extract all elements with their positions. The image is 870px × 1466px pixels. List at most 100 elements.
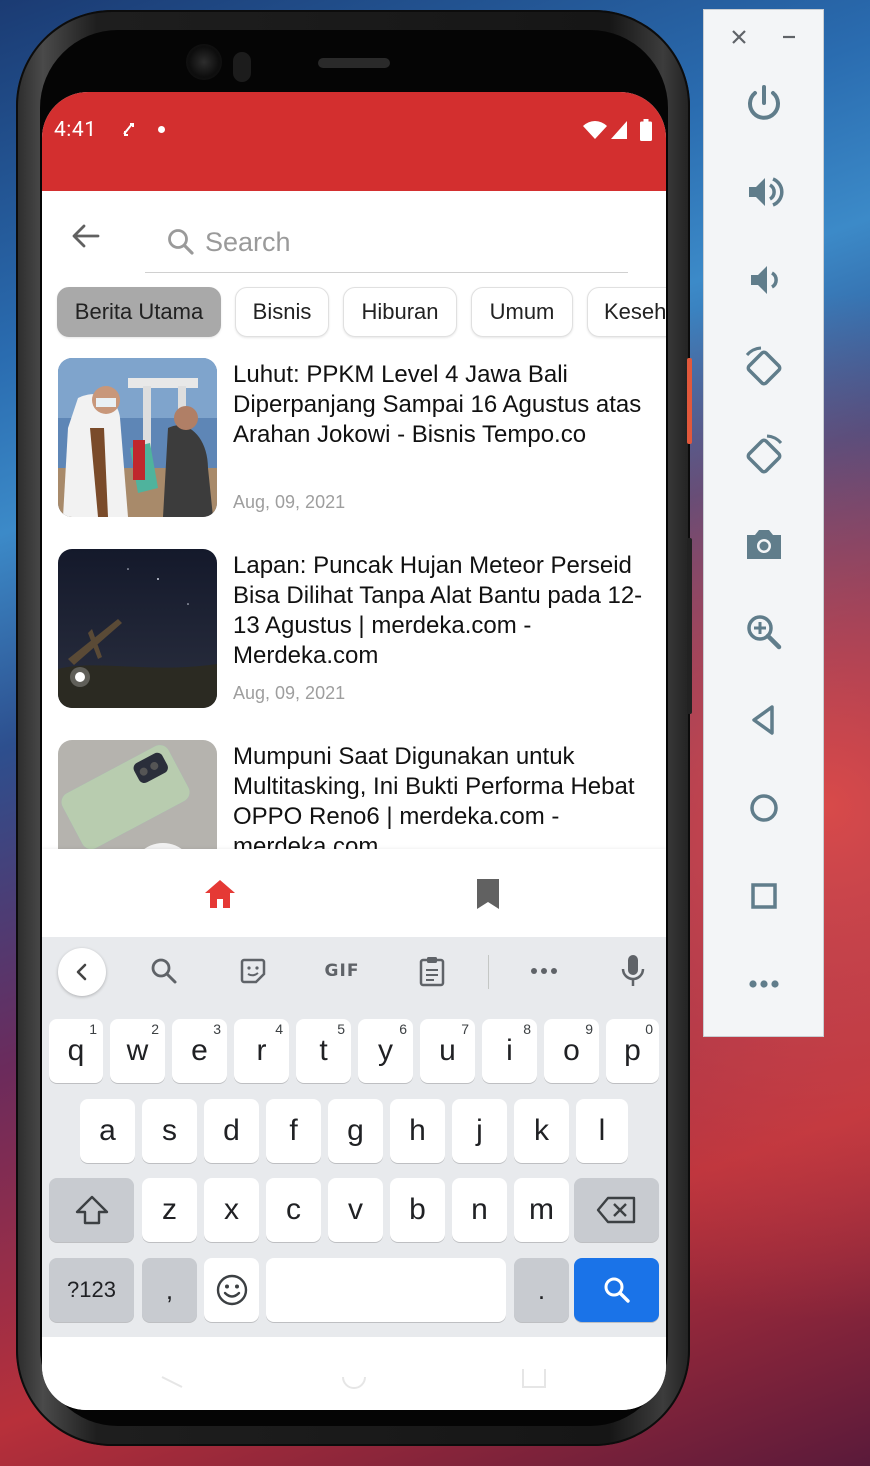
key-v[interactable]: v <box>328 1178 383 1242</box>
phone-power-key <box>687 358 692 444</box>
key-a[interactable]: a <box>80 1099 135 1163</box>
keyboard-more-button[interactable] <box>526 953 562 989</box>
key-y[interactable]: y6 <box>358 1019 413 1083</box>
news-title: Luhut: PPKM Level 4 Jawa Bali Diperpanja… <box>233 361 642 448</box>
news-item[interactable]: Mumpuni Saat Digunakan untuk Multitaskin… <box>58 740 658 849</box>
backspace-key[interactable] <box>574 1178 659 1242</box>
symbols-key[interactable]: ?123 <box>49 1258 134 1322</box>
proximity-sensor <box>233 52 251 82</box>
keyboard-gif-button[interactable]: GIF <box>320 953 364 989</box>
key-n[interactable]: n <box>452 1178 507 1242</box>
key-g[interactable]: g <box>328 1099 383 1163</box>
earpiece-speaker <box>318 58 390 68</box>
space-key[interactable] <box>266 1258 506 1322</box>
bookmark-icon[interactable] <box>470 877 506 911</box>
keyboard-voice-button[interactable] <box>615 953 651 989</box>
key-f[interactable]: f <box>266 1099 321 1163</box>
chip-umum[interactable]: Umum <box>471 287 573 337</box>
volume-up-icon <box>749 177 784 207</box>
back-button[interactable] <box>736 692 792 748</box>
key-z[interactable]: z <box>142 1178 197 1242</box>
back-arrow-icon[interactable] <box>68 218 104 254</box>
key-o[interactable]: o9 <box>544 1019 599 1083</box>
more-horizontal-icon <box>531 968 557 974</box>
keyboard-sticker-button[interactable] <box>235 953 271 989</box>
keyboard-collapse-button[interactable] <box>58 948 106 996</box>
zoom-button[interactable] <box>736 604 792 660</box>
power-button[interactable] <box>736 76 792 132</box>
system-navigation-bar <box>42 1337 666 1410</box>
key-c[interactable]: c <box>266 1178 321 1242</box>
nav-recents-icon[interactable] <box>520 1363 548 1391</box>
nav-home-icon[interactable] <box>340 1363 368 1391</box>
search-icon <box>168 229 194 255</box>
news-item[interactable]: Luhut: PPKM Level 4 Jawa Bali Diperpanja… <box>58 358 658 520</box>
close-icon[interactable] <box>728 26 750 48</box>
more-horizontal-icon <box>749 980 779 988</box>
camera-icon <box>747 530 781 559</box>
chip-kesehatan[interactable]: Keseh <box>587 287 666 337</box>
key-x[interactable]: x <box>204 1178 259 1242</box>
rotate-left-button[interactable] <box>736 340 792 396</box>
search-input[interactable] <box>205 222 605 262</box>
category-chips: Berita Utama Bisnis Hiburan Umum Keseh <box>57 287 666 339</box>
bottom-navigation <box>42 849 666 937</box>
keyboard-toolbar: GIF <box>42 937 666 1005</box>
home-circle-icon <box>750 794 778 822</box>
keyboard-clipboard-button[interactable] <box>414 953 450 989</box>
key-l[interactable]: l <box>576 1099 628 1163</box>
keyboard-search-action-key[interactable] <box>574 1258 659 1322</box>
key-m[interactable]: m <box>514 1178 569 1242</box>
key-q[interactable]: q1 <box>49 1019 103 1083</box>
emulator-title-bar <box>704 10 823 68</box>
minimize-icon[interactable] <box>778 26 800 48</box>
volume-down-button[interactable] <box>736 252 792 308</box>
status-time: 4:41 <box>54 118 97 142</box>
news-item[interactable]: Lapan: Puncak Hujan Meteor Perseid Bisa … <box>58 549 658 711</box>
news-thumbnail <box>58 740 217 849</box>
news-thumbnail <box>58 358 217 517</box>
rotate-right-button[interactable] <box>736 428 792 484</box>
zoom-in-icon <box>747 615 782 650</box>
notification-dot-icon <box>158 126 165 133</box>
news-thumbnail <box>58 549 217 708</box>
signal-icon <box>611 121 627 139</box>
home-button[interactable] <box>736 780 792 836</box>
key-r[interactable]: r4 <box>234 1019 289 1083</box>
nav-back-icon[interactable] <box>158 1363 186 1391</box>
period-key[interactable]: . <box>514 1258 569 1322</box>
volume-up-button[interactable] <box>736 164 792 220</box>
search-bar[interactable] <box>145 212 628 273</box>
more-button[interactable] <box>736 956 792 1012</box>
emoji-key[interactable] <box>204 1258 259 1322</box>
key-u[interactable]: u7 <box>420 1019 475 1083</box>
key-j[interactable]: j <box>452 1099 507 1163</box>
search-icon <box>151 958 177 984</box>
shift-arrow-icon <box>75 1195 108 1225</box>
comma-key[interactable]: , <box>142 1258 197 1322</box>
chip-berita-utama[interactable]: Berita Utama <box>57 287 221 337</box>
keyboard-search-button[interactable] <box>146 953 182 989</box>
key-e[interactable]: e3 <box>172 1019 227 1083</box>
chip-hiburan[interactable]: Hiburan <box>343 287 457 337</box>
key-h[interactable]: h <box>390 1099 445 1163</box>
key-k[interactable]: k <box>514 1099 569 1163</box>
chip-bisnis[interactable]: Bisnis <box>235 287 329 337</box>
chevron-left-icon <box>76 963 87 981</box>
key-d[interactable]: d <box>204 1099 259 1163</box>
overview-button[interactable] <box>736 868 792 924</box>
microphone-icon <box>621 955 645 986</box>
gif-label: GIF <box>324 961 360 981</box>
phone-volume-key <box>687 538 692 714</box>
key-t[interactable]: t5 <box>296 1019 351 1083</box>
home-icon[interactable] <box>202 877 238 911</box>
key-s[interactable]: s <box>142 1099 197 1163</box>
key-b[interactable]: b <box>390 1178 445 1242</box>
shift-key[interactable] <box>49 1178 134 1242</box>
key-w[interactable]: w2 <box>110 1019 165 1083</box>
screenshot-button[interactable] <box>736 516 792 572</box>
key-p[interactable]: p0 <box>606 1019 659 1083</box>
key-i[interactable]: i8 <box>482 1019 537 1083</box>
rotate-right-icon <box>746 434 783 474</box>
front-camera <box>186 44 222 80</box>
